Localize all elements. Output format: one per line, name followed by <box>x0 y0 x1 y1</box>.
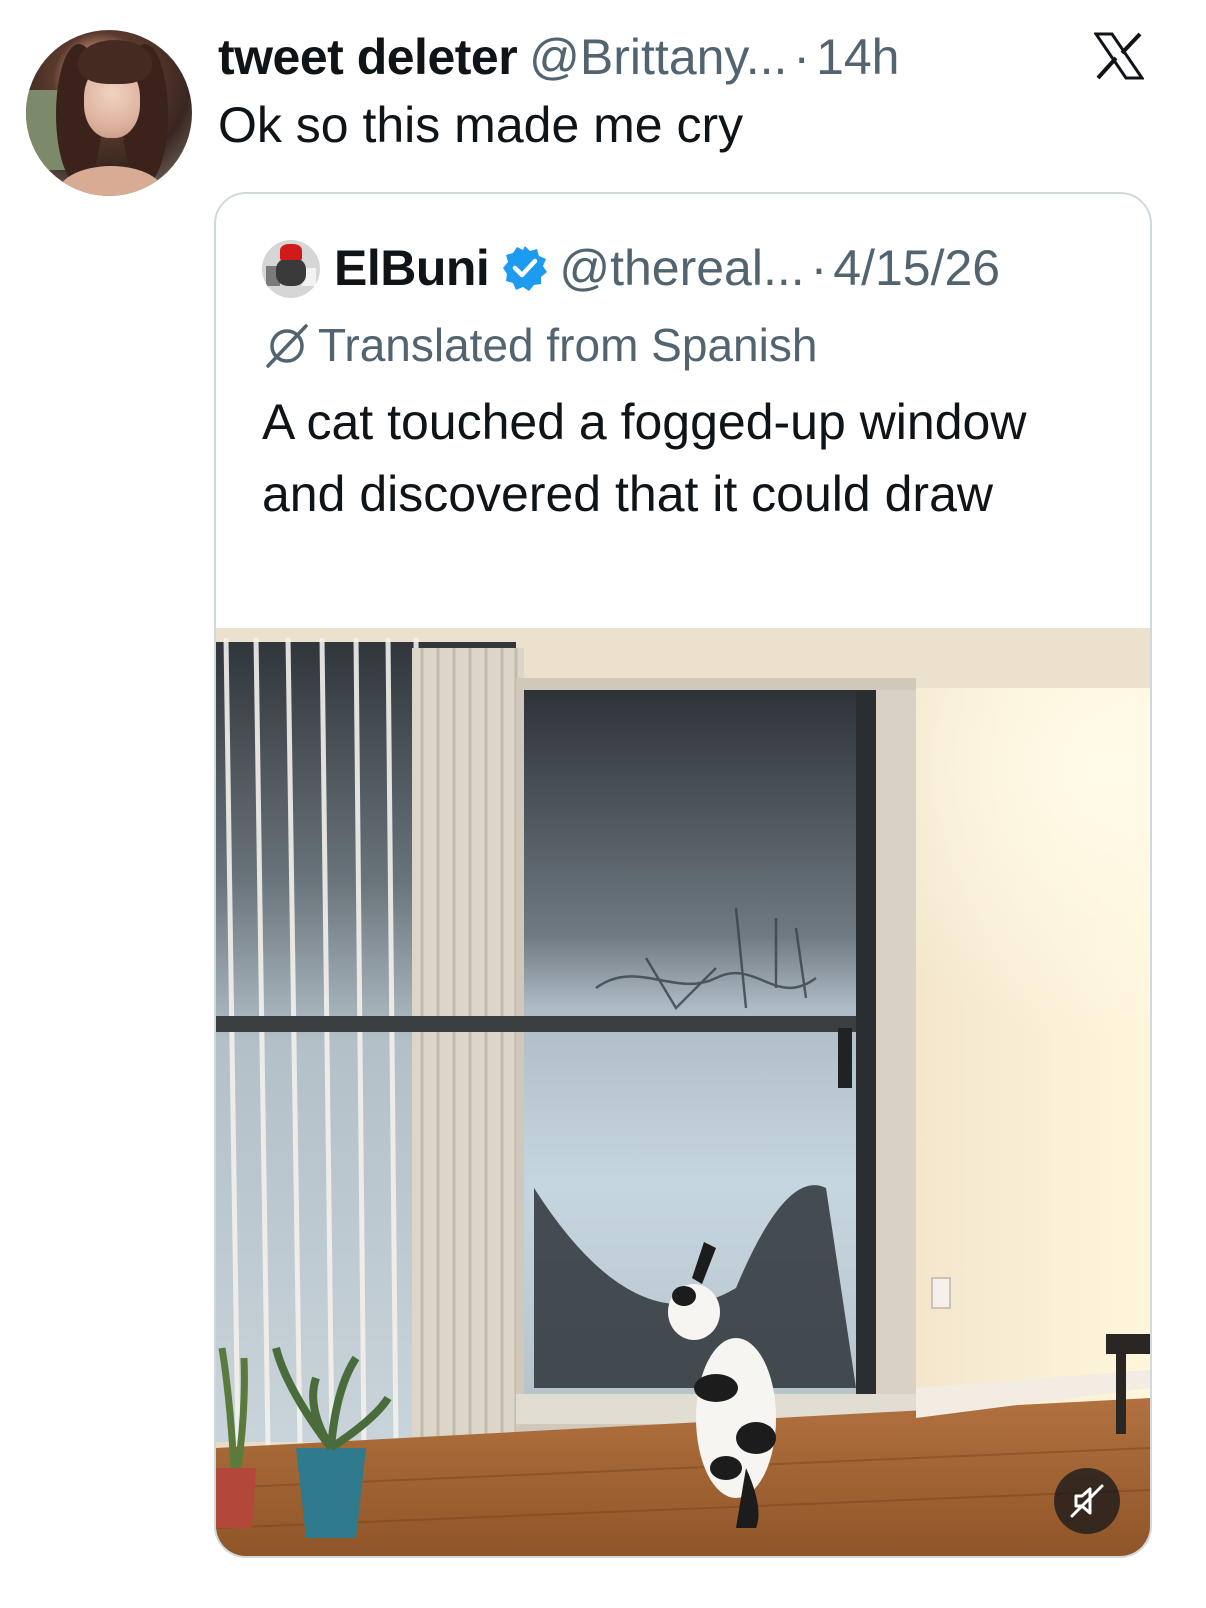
author-avatar[interactable] <box>26 30 192 196</box>
x-logo-icon <box>1094 32 1144 80</box>
speaker-muted-icon <box>1070 1484 1104 1518</box>
quoted-tweet[interactable]: ElBuni @thereal... · 4/15/26 Translated … <box>214 192 1152 1558</box>
quoted-tweet-date[interactable]: 4/15/26 <box>833 239 1000 297</box>
quoted-tweet-text: A cat touched a fogged-up window and dis… <box>262 394 1027 522</box>
quoted-author-handle[interactable]: @thereal... <box>559 239 804 297</box>
separator-dot: · <box>810 240 828 296</box>
author-name[interactable]: tweet deleter <box>218 28 518 86</box>
translate-icon <box>266 324 308 368</box>
translated-indicator[interactable]: Translated from Spanish <box>262 318 817 372</box>
quoted-author-avatar[interactable] <box>262 240 320 298</box>
video-thumbnail <box>216 628 1150 1556</box>
mute-button[interactable] <box>1054 1468 1120 1534</box>
translated-label: Translated from Spanish <box>318 319 818 371</box>
video-player[interactable] <box>216 628 1150 1556</box>
tweet-timestamp[interactable]: 14h <box>816 28 899 86</box>
quoted-tweet-header: ElBuni @thereal... · 4/15/26 <box>334 238 1000 298</box>
quoted-author-name[interactable]: ElBuni <box>334 239 490 297</box>
author-handle[interactable]: @Brittany... <box>529 28 787 86</box>
tweet-header: tweet deleter @Brittany... · 14h <box>218 28 900 88</box>
tweet-text: Ok so this made me cry <box>218 97 744 153</box>
verified-badge-icon <box>503 246 548 291</box>
separator-dot: · <box>793 29 811 85</box>
